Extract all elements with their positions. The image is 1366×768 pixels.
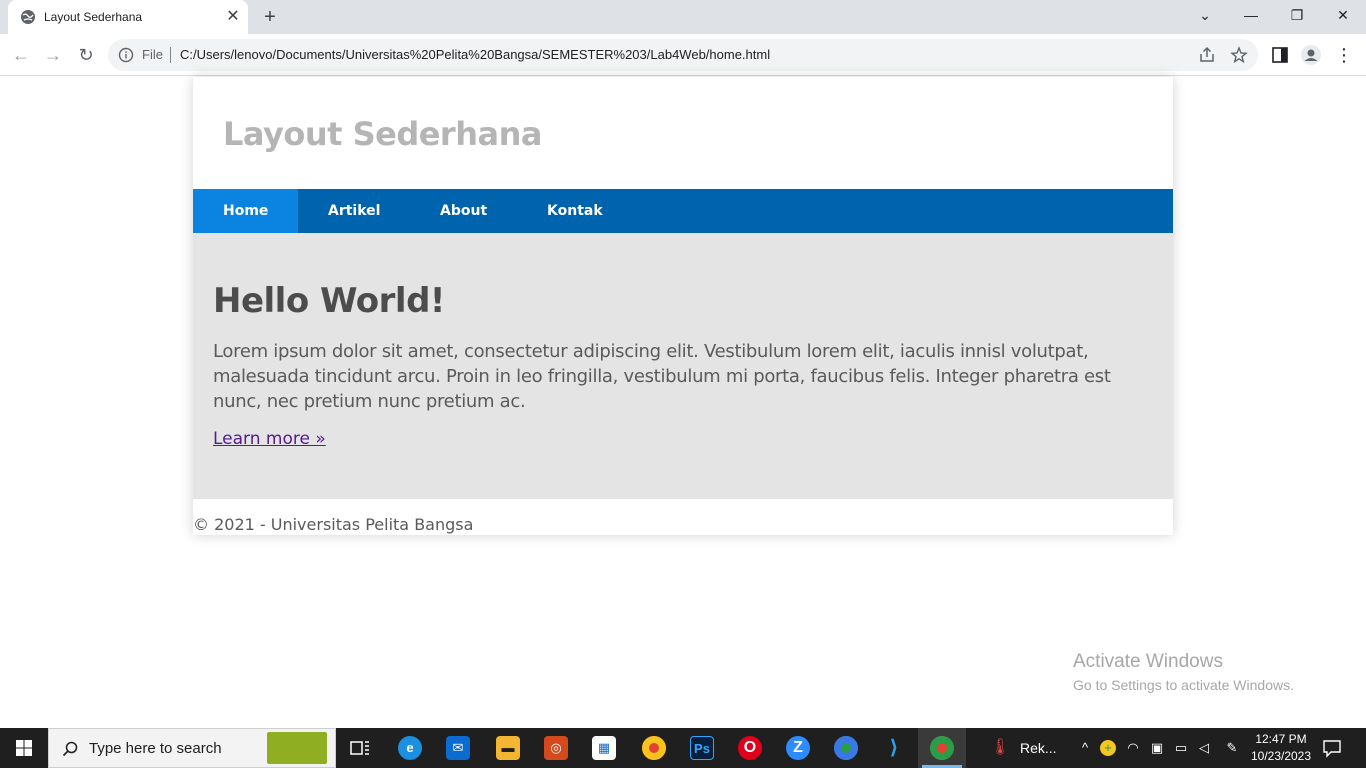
info-icon[interactable]: [118, 47, 134, 63]
search-highlight-image[interactable]: [267, 732, 327, 764]
taskbar-app-opera[interactable]: O: [726, 728, 774, 768]
pen-icon[interactable]: ✎: [1224, 740, 1240, 756]
back-arrow-icon[interactable]: ←: [9, 43, 33, 67]
chrome-icon: [642, 736, 666, 760]
photoshop-icon: Ps: [690, 736, 714, 760]
browser-tab[interactable]: Layout Sederhana ✕: [8, 0, 248, 34]
hero-section: Hello World! Lorem ipsum dolor sit amet,…: [193, 233, 1173, 499]
task-view-button[interactable]: [336, 728, 384, 768]
chrome-dev-icon: [834, 736, 858, 760]
mail-icon: ✉: [446, 736, 470, 760]
share-icon[interactable]: [1198, 46, 1216, 64]
taskbar-app-file-explorer[interactable]: ▬: [484, 728, 532, 768]
taskbar: Type here to search e ✉ ▬ ◎ ▦ Ps O Z ⟩ 🌡…: [0, 728, 1366, 768]
address-url[interactable]: C:/Users/lenovo/Documents/Universitas%20…: [180, 47, 770, 62]
browser-tab-strip: Layout Sederhana ✕ + ⌄ — ❐ ✕: [0, 0, 1366, 34]
activation-watermark: Activate Windows Go to Settings to activ…: [1073, 651, 1294, 693]
nav-item-about[interactable]: About: [410, 189, 517, 233]
windows-start-icon[interactable]: [0, 728, 48, 768]
battery-icon[interactable]: ▭: [1173, 740, 1189, 756]
main-nav: Home Artikel About Kontak: [193, 189, 1173, 233]
taskbar-app-edge[interactable]: e: [386, 728, 434, 768]
hero-text: Lorem ipsum dolor sit amet, consectetur …: [213, 341, 1111, 412]
search-icon: [62, 741, 78, 757]
wifi-icon[interactable]: ◠: [1125, 740, 1141, 756]
taskbar-app-chrome[interactable]: [630, 728, 678, 768]
taskbar-app-chrome-active[interactable]: [918, 728, 966, 768]
close-window-button[interactable]: ✕: [1320, 0, 1366, 30]
taskbar-app-office[interactable]: ◎: [532, 728, 580, 768]
site-footer: © 2021 - Universitas Pelita Bangsa: [193, 515, 474, 534]
nav-item-home[interactable]: Home: [193, 189, 299, 233]
search-placeholder: Type here to search: [89, 740, 222, 757]
taskbar-search-box[interactable]: Type here to search: [48, 728, 336, 768]
taskbar-clock[interactable]: 12:47 PM 10/23/2023: [1246, 731, 1316, 765]
temperature-icon[interactable]: 🌡: [990, 740, 1010, 756]
nav-item-kontak[interactable]: Kontak: [517, 189, 633, 233]
vscode-icon: ⟩: [882, 736, 906, 760]
menu-kebab-icon[interactable]: ⋮: [1332, 43, 1356, 67]
taskbar-app-vscode[interactable]: ⟩: [870, 728, 918, 768]
close-tab-icon[interactable]: ✕: [224, 8, 242, 26]
globe-icon: [21, 10, 35, 24]
profile-avatar-icon[interactable]: [1301, 45, 1321, 65]
chrome-active-icon: [930, 736, 954, 760]
browser-toolbar: ← → ↻ File C:/Users/lenovo/Documents/Uni…: [0, 34, 1366, 76]
office-icon: ◎: [544, 736, 568, 760]
taskbar-app-zoom[interactable]: Z: [774, 728, 822, 768]
page-container: Layout Sederhana Home Artikel About Kont…: [193, 77, 1173, 535]
clock-time: 12:47 PM: [1255, 732, 1307, 746]
tab-search-chevron-icon[interactable]: ⌄: [1182, 0, 1228, 30]
side-panel-icon[interactable]: [1270, 45, 1290, 65]
folder-icon: ▬: [496, 736, 520, 760]
address-separator: [170, 47, 171, 63]
store-icon: ▦: [592, 736, 616, 760]
chevron-up-icon[interactable]: ^: [1077, 740, 1093, 756]
hero-title: Hello World!: [213, 281, 445, 321]
taskbar-app-store[interactable]: ▦: [580, 728, 628, 768]
task-view-icon: [350, 741, 369, 755]
new-tab-button[interactable]: +: [258, 6, 282, 30]
reload-icon[interactable]: ↻: [74, 43, 98, 67]
taskbar-app-photoshop[interactable]: Ps: [678, 728, 726, 768]
site-header: Layout Sederhana: [193, 77, 1173, 189]
vpn-shield-icon[interactable]: +: [1100, 740, 1116, 756]
restore-button[interactable]: ❐: [1274, 0, 1320, 30]
meet-icon[interactable]: ▣: [1149, 740, 1165, 756]
taskbar-app-mail[interactable]: ✉: [434, 728, 482, 768]
site-title: Layout Sederhana: [223, 115, 542, 153]
notification-icon[interactable]: [1322, 738, 1342, 758]
volume-icon[interactable]: ◁: [1196, 740, 1212, 756]
address-scheme: File: [142, 47, 163, 62]
address-bar[interactable]: File C:/Users/lenovo/Documents/Universit…: [108, 39, 1258, 71]
watermark-subtitle: Go to Settings to activate Windows.: [1073, 677, 1294, 693]
edge-icon: e: [398, 736, 422, 760]
bookmark-star-icon[interactable]: [1230, 46, 1248, 64]
learn-more-link[interactable]: Learn more »: [213, 429, 326, 449]
clock-date: 10/23/2023: [1250, 749, 1312, 763]
nav-item-artikel[interactable]: Artikel: [298, 189, 410, 233]
taskbar-app-chrome-dev[interactable]: [822, 728, 870, 768]
forward-arrow-icon[interactable]: →: [41, 43, 65, 67]
zoom-icon: Z: [786, 736, 810, 760]
watermark-title: Activate Windows: [1073, 651, 1223, 672]
minimize-button[interactable]: —: [1228, 0, 1274, 30]
running-app-label[interactable]: Rek...: [1020, 740, 1057, 756]
opera-icon: O: [738, 736, 762, 760]
tab-title: Layout Sederhana: [44, 10, 143, 24]
